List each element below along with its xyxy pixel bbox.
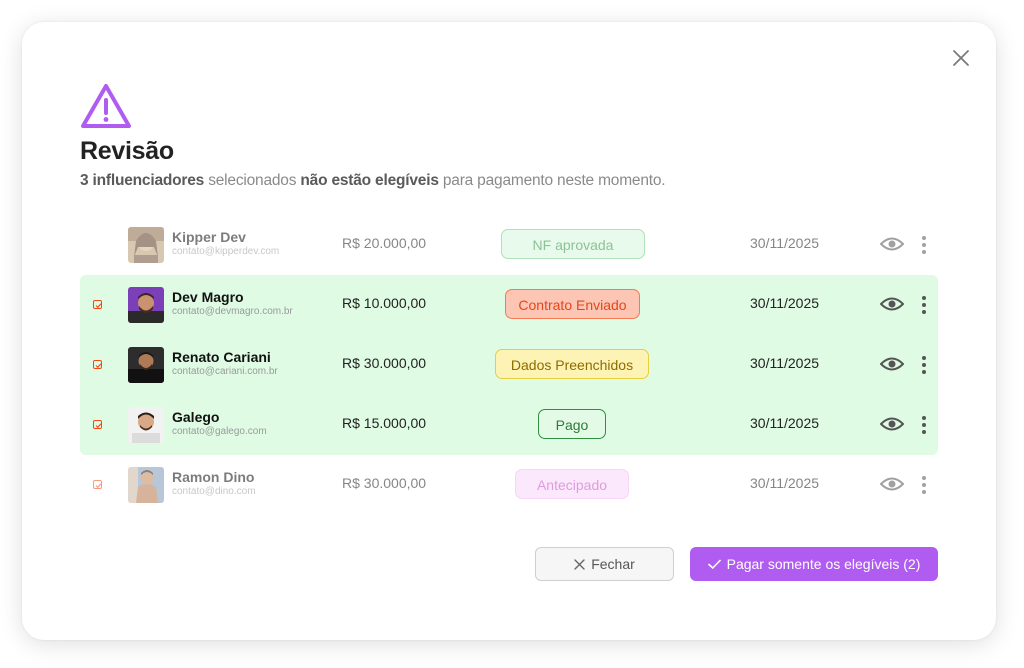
avatar: [128, 227, 164, 263]
influencer-email: contato@cariani.com.br: [172, 366, 278, 377]
more-vertical-icon[interactable]: [920, 295, 928, 315]
more-vertical-icon[interactable]: [920, 415, 928, 435]
close-icon[interactable]: [952, 49, 970, 67]
modal-subtitle: 3 influenciadores selecionados não estão…: [80, 172, 666, 190]
influencer-email: contato@devmagro.com.br: [172, 306, 293, 317]
influencer-email: contato@kipperdev.com: [172, 246, 280, 257]
avatar: [128, 407, 164, 443]
influencer-row: Galego contato@galego.com R$ 15.000,00 P…: [80, 395, 938, 455]
influencer-name: Renato Cariani: [172, 349, 271, 365]
influencer-name: Ramon Dino: [172, 469, 255, 485]
avatar: [128, 287, 164, 323]
status-badge: Antecipado: [515, 469, 629, 499]
due-date: 30/11/2025: [750, 235, 820, 251]
close-button-label: Fechar: [591, 556, 635, 572]
eye-icon[interactable]: [880, 475, 904, 493]
influencer-row: Ramon Dino contato@dino.com R$ 30.000,00…: [80, 455, 938, 515]
eye-icon[interactable]: [880, 295, 904, 313]
review-modal: Revisão 3 influenciadores selecionados n…: [22, 22, 996, 640]
subtitle-end: para pagamento neste momento.: [438, 172, 666, 189]
avatar: [128, 347, 164, 383]
row-checkbox[interactable]: [93, 480, 102, 489]
payment-amount: R$ 10.000,00: [342, 295, 427, 311]
row-checkbox[interactable]: [93, 360, 102, 369]
payment-amount: R$ 15.000,00: [342, 415, 427, 431]
due-date: 30/11/2025: [750, 295, 820, 311]
eye-icon[interactable]: [880, 235, 904, 253]
more-vertical-icon[interactable]: [920, 475, 928, 495]
subtitle-count: 3 influenciadores: [80, 172, 205, 189]
due-date: 30/11/2025: [750, 415, 820, 431]
modal-title: Revisão: [80, 137, 174, 165]
influencer-row: Kipper Dev contato@kipperdev.com R$ 20.0…: [80, 215, 938, 275]
subtitle-middle: selecionados: [204, 172, 301, 189]
influencer-name: Galego: [172, 409, 220, 425]
row-checkbox[interactable]: [93, 420, 102, 429]
influencer-email: contato@galego.com: [172, 426, 267, 437]
avatar: [128, 467, 164, 503]
payment-amount: R$ 20.000,00: [342, 235, 427, 251]
influencer-email: contato@dino.com: [172, 486, 256, 497]
subtitle-emphasis: não estão elegíveis: [300, 172, 439, 189]
status-badge: Pago: [538, 409, 606, 439]
close-icon: [574, 558, 585, 570]
influencer-row: Dev Magro contato@devmagro.com.br R$ 10.…: [80, 275, 938, 335]
status-badge: Contrato Enviado: [505, 289, 640, 319]
check-icon: [707, 559, 721, 569]
payment-amount: R$ 30.000,00: [342, 475, 427, 491]
more-vertical-icon[interactable]: [920, 355, 928, 375]
influencer-list: Kipper Dev contato@kipperdev.com R$ 20.0…: [80, 215, 938, 515]
status-badge: Dados Preenchidos: [495, 349, 649, 379]
close-button[interactable]: Fechar: [535, 547, 674, 581]
influencer-row: Renato Cariani contato@cariani.com.br R$…: [80, 335, 938, 395]
influencer-name: Dev Magro: [172, 289, 244, 305]
more-vertical-icon[interactable]: [920, 235, 928, 255]
warning-triangle-icon: [81, 84, 131, 128]
due-date: 30/11/2025: [750, 355, 820, 371]
eye-icon[interactable]: [880, 355, 904, 373]
pay-eligible-label: Pagar somente os elegíveis (2): [726, 556, 921, 572]
eye-icon[interactable]: [880, 415, 904, 433]
payment-amount: R$ 30.000,00: [342, 355, 427, 371]
influencer-name: Kipper Dev: [172, 229, 246, 245]
due-date: 30/11/2025: [750, 475, 820, 491]
pay-eligible-button[interactable]: Pagar somente os elegíveis (2): [690, 547, 938, 581]
status-badge: NF aprovada: [501, 229, 645, 259]
row-checkbox[interactable]: [93, 300, 102, 309]
